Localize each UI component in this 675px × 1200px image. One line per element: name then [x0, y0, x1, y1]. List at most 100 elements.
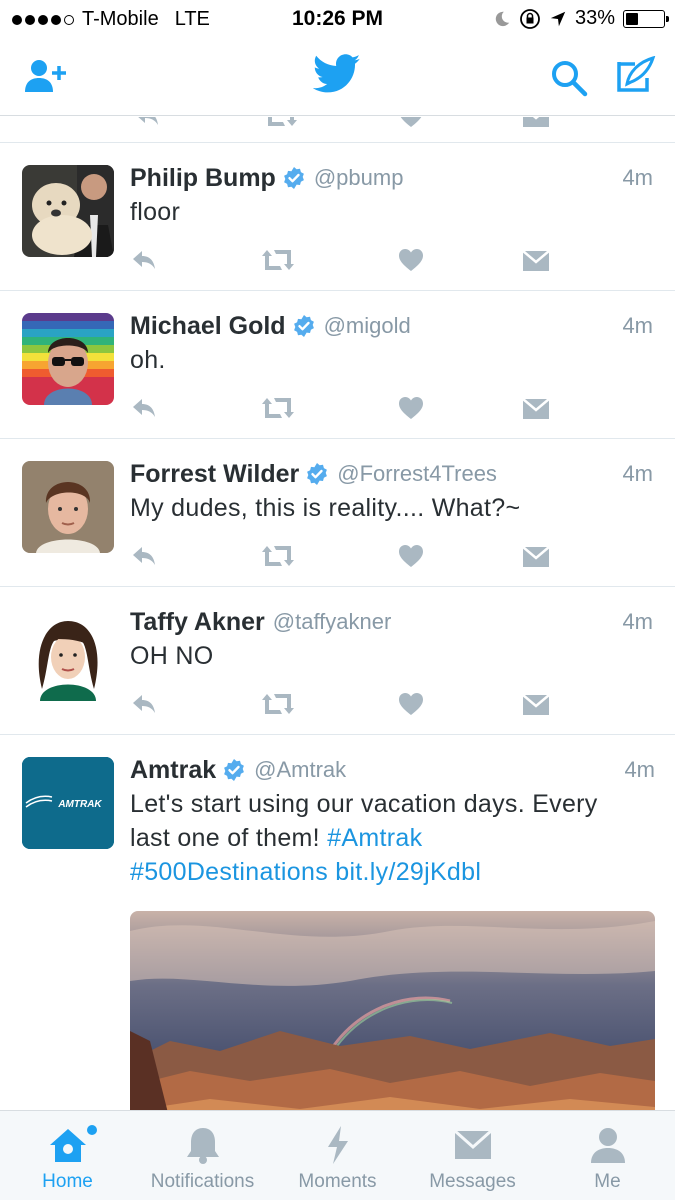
tweet-body: Amtrak @Amtrak 4m Let's start using our … [130, 753, 655, 1110]
tweet-body: Forrest Wilder @Forrest4Trees 4m My dude… [130, 457, 653, 525]
envelope-icon [453, 1129, 492, 1159]
compose-icon[interactable] [615, 56, 657, 96]
user-handle[interactable]: @Amtrak [254, 757, 346, 783]
tweet-actions [130, 691, 560, 721]
battery-icon [623, 9, 669, 28]
display-name[interactable]: Taffy Akner [130, 608, 265, 637]
direct-message-icon[interactable] [522, 543, 550, 569]
user-handle[interactable]: @Forrest4Trees [337, 461, 497, 487]
tweet-header: Philip Bump @pbump 4m [130, 161, 653, 195]
rotation-lock-icon [520, 8, 540, 29]
tweet[interactable]: Taffy Akner @taffyakner 4m OH NO [0, 587, 675, 735]
bell-icon [186, 1128, 219, 1164]
tweet-time: 4m [622, 313, 653, 338]
amtrak-logo-text: AMTRAK [57, 799, 102, 810]
tab-bar: Home Notifications Moments Messages Me [0, 1110, 675, 1200]
like-icon[interactable] [398, 247, 424, 273]
tab-home[interactable]: Home [0, 1111, 135, 1200]
direct-message-icon[interactable] [522, 691, 550, 717]
hashtag-link[interactable]: #Amtrak [327, 824, 422, 852]
home-icon [49, 1129, 86, 1162]
like-icon[interactable] [398, 543, 424, 569]
tweet-body: Michael Gold @migold 4m oh. [130, 309, 653, 377]
location-arrow-icon [550, 11, 566, 26]
tab-me[interactable]: Me [540, 1111, 675, 1200]
tweet-text: My dudes, this is reality.... What?~ [130, 494, 521, 522]
tab-label: Messages [429, 1171, 516, 1192]
battery-percent: 33% [574, 7, 615, 29]
tweet-time: 4m [622, 609, 653, 634]
tweet-text-fragment: last one of them! [130, 824, 328, 852]
tweet-actions [130, 543, 560, 573]
tweet-text-line: #500Destinations bit.ly/29jKdbl [130, 855, 655, 889]
user-handle[interactable]: @pbump [314, 165, 404, 191]
verified-badge-icon [282, 166, 305, 190]
retweet-icon[interactable] [260, 543, 296, 569]
tweet-header: Michael Gold @migold 4m [130, 309, 653, 343]
tweet-text: oh. [130, 346, 166, 374]
display-name[interactable]: Amtrak [130, 756, 216, 785]
tweet[interactable]: Michael Gold @migold 4m oh. [0, 291, 675, 439]
display-name[interactable]: Philip Bump [130, 164, 276, 193]
tab-moments[interactable]: Moments [270, 1111, 405, 1200]
like-icon[interactable] [398, 395, 424, 421]
avatar[interactable] [22, 609, 114, 701]
tweet-time: 4m [622, 165, 653, 190]
partial-tweet-actions [0, 117, 675, 143]
tweet-text: floor [130, 198, 181, 226]
tab-messages[interactable]: Messages [405, 1111, 540, 1200]
hashtag-link[interactable]: #500Destinations [130, 858, 328, 886]
avatar[interactable] [22, 313, 114, 405]
display-name[interactable]: Forrest Wilder [130, 460, 299, 489]
nav-bar [0, 38, 675, 116]
reply-icon[interactable] [130, 691, 158, 717]
like-icon[interactable] [398, 691, 424, 717]
tweet-header: Taffy Akner @taffyakner 4m [130, 605, 653, 639]
tweet-text: OH NO [130, 642, 214, 670]
retweet-icon[interactable] [260, 247, 296, 273]
display-name[interactable]: Michael Gold [130, 312, 286, 341]
avatar[interactable] [22, 461, 114, 553]
timeline-feed[interactable]: Philip Bump @pbump 4m floor Michael Gold… [0, 117, 675, 1110]
tweet-media-image[interactable] [130, 911, 655, 1110]
reply-icon[interactable] [130, 247, 158, 273]
tweet-text-line: last one of them! #Amtrak [130, 821, 655, 855]
verified-badge-icon [292, 314, 315, 338]
twitter-bird-icon [313, 54, 361, 93]
tweet-text: Let's start using our vacation days. Eve… [130, 787, 655, 889]
tweet-text-line: Let's start using our vacation days. Eve… [130, 790, 598, 818]
verified-badge-icon [223, 758, 246, 782]
reply-icon[interactable] [130, 395, 158, 421]
tweet[interactable]: Philip Bump @pbump 4m floor [0, 143, 675, 291]
tweet-body: Taffy Akner @taffyakner 4m OH NO [130, 605, 653, 673]
tab-label: Me [594, 1171, 621, 1192]
tab-notifications[interactable]: Notifications [135, 1111, 270, 1200]
url-link[interactable]: bit.ly/29jKdbl [335, 858, 481, 886]
tweet[interactable]: Forrest Wilder @Forrest4Trees 4m My dude… [0, 439, 675, 587]
status-bar: T-Mobile LTE 10:26 PM 33% [0, 0, 675, 38]
status-right: 33% [493, 7, 669, 30]
tweet-actions [130, 247, 560, 277]
user-handle[interactable]: @migold [324, 313, 411, 339]
search-icon[interactable] [549, 58, 589, 98]
tweet-actions [130, 395, 560, 425]
add-user-icon[interactable] [24, 58, 70, 94]
retweet-icon[interactable] [260, 395, 296, 421]
lightning-icon [327, 1126, 348, 1164]
person-icon [590, 1128, 625, 1163]
direct-message-icon[interactable] [522, 247, 550, 273]
tweet[interactable]: AMTRAK Amtrak @Amtrak 4m Let's start usi… [0, 735, 675, 1110]
user-handle[interactable]: @taffyakner [273, 609, 392, 635]
reply-icon[interactable] [130, 543, 158, 569]
tweet-header: Forrest Wilder @Forrest4Trees 4m [130, 457, 653, 491]
avatar[interactable]: AMTRAK [22, 757, 114, 849]
avatar[interactable] [22, 165, 114, 257]
retweet-icon[interactable] [260, 691, 296, 717]
tab-label: Home [42, 1171, 93, 1192]
verified-badge-icon [306, 462, 329, 486]
tweet-header: Amtrak @Amtrak 4m [130, 753, 655, 787]
moon-icon [495, 11, 510, 26]
home-unread-dot [87, 1125, 97, 1135]
direct-message-icon[interactable] [522, 395, 550, 421]
tweet-time: 4m [624, 757, 655, 782]
